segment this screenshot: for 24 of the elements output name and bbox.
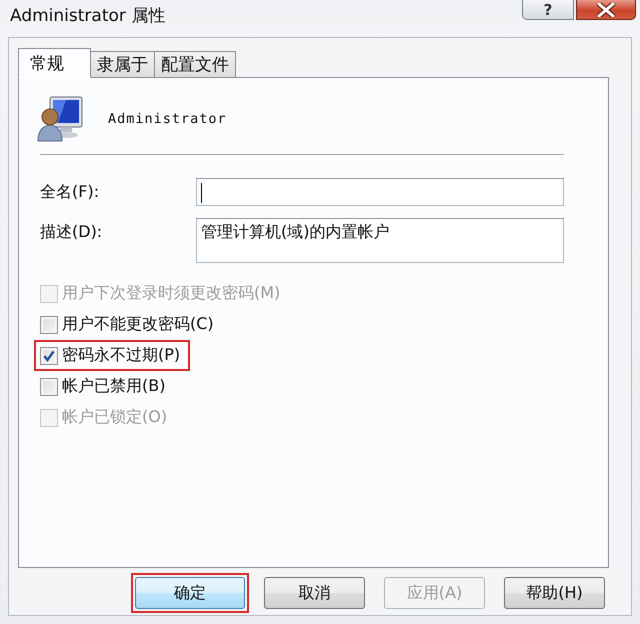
checkmark-icon <box>43 350 55 362</box>
checkbox[interactable] <box>40 378 58 396</box>
tab[interactable]: 常规 <box>18 48 91 78</box>
dialog-button[interactable]: 取消 <box>264 577 365 609</box>
field-label: 全名(F): <box>40 181 100 203</box>
dialog-button[interactable]: 确定 <box>135 577 245 609</box>
checkbox[interactable] <box>40 316 58 334</box>
checkbox-label[interactable]: 用户不能更改密码(C) <box>62 314 214 335</box>
dialog-button[interactable]: 帮助(H) <box>504 577 605 609</box>
close-icon <box>597 2 615 16</box>
help-button[interactable]: ? <box>522 0 574 20</box>
field-label: 描述(D): <box>40 221 104 243</box>
checkbox-label[interactable]: 密码永不过期(P) <box>62 345 180 366</box>
user-monitor-icon <box>36 95 84 143</box>
close-button[interactable] <box>576 0 636 20</box>
checkbox[interactable] <box>40 346 58 364</box>
account-name: Administrator <box>108 111 227 127</box>
input-field[interactable] <box>196 178 564 206</box>
checkbox-label[interactable]: 帐户已禁用(B) <box>62 376 166 397</box>
text-area[interactable]: 管理计算机(域)的内置帐户 <box>196 218 564 263</box>
window-title: Administrator 属性 <box>9 5 166 28</box>
tab[interactable]: 隶属于 <box>91 51 155 78</box>
text-cursor <box>201 183 202 204</box>
tab[interactable]: 配置文件 <box>155 51 236 78</box>
